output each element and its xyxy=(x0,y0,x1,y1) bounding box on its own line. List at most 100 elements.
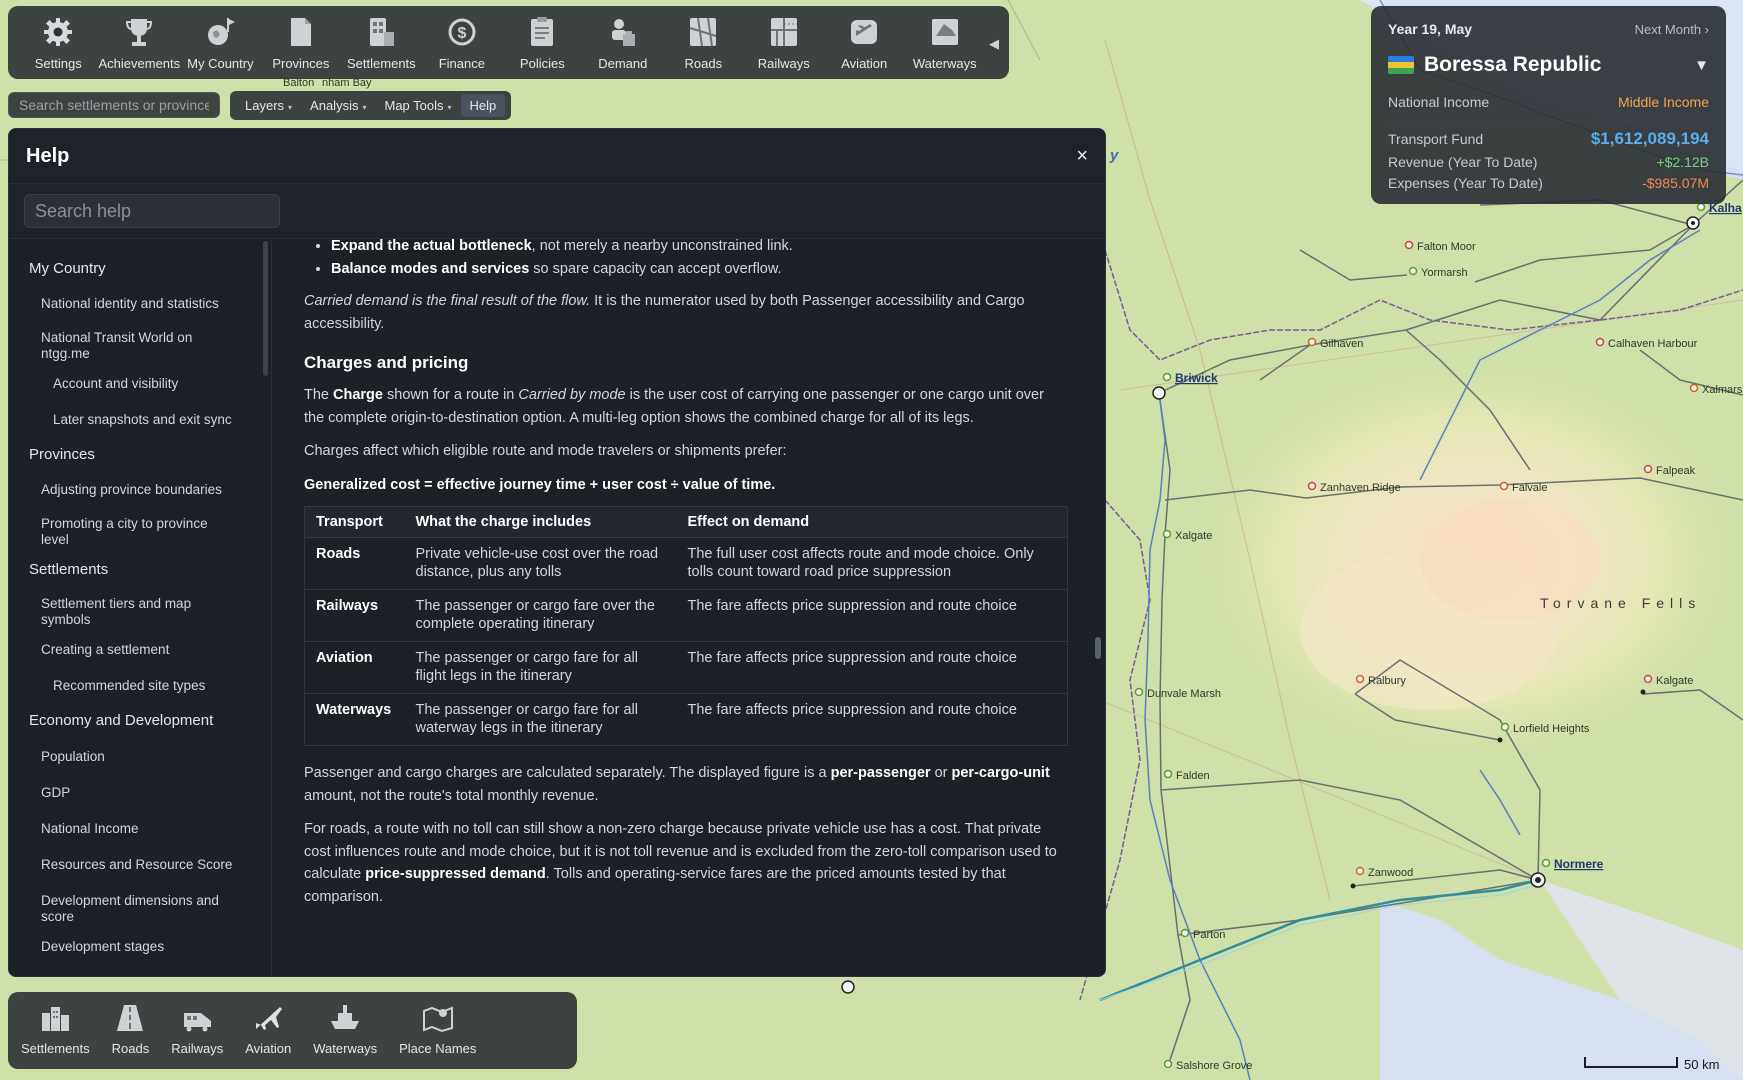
airplane-icon xyxy=(846,14,882,50)
nav-item-later-snapshots[interactable]: Later snapshots and exit sync xyxy=(9,412,259,428)
table-header-row: Transport What the charge includes Effec… xyxy=(304,506,1068,538)
section-heading-charges: Charges and pricing xyxy=(304,353,469,372)
content-scrollbar[interactable] xyxy=(1095,637,1101,659)
town-marker[interactable]: Zanhaven Ridge xyxy=(1307,481,1401,494)
generalized-cost-formula: Generalized cost = effective journey tim… xyxy=(304,476,776,493)
nav-item-provinces[interactable]: Provinces xyxy=(9,447,95,463)
road-icon xyxy=(112,1000,148,1036)
nav-item-settlements[interactable]: Settlements xyxy=(9,562,108,578)
toolbar-settings-button[interactable]: Settings xyxy=(18,14,98,71)
menu-help-label: Help xyxy=(469,98,497,113)
table-header: Transport xyxy=(304,506,405,538)
layer-railways-toggle[interactable]: Railways xyxy=(171,1000,223,1069)
nav-item-my-country[interactable]: My Country xyxy=(9,261,106,277)
menu-analysis[interactable]: Analysis ▾ xyxy=(301,94,375,117)
nav-item-development-stages[interactable]: Development stages xyxy=(9,939,259,955)
toolbar-collapse-button[interactable]: ◀ xyxy=(989,36,999,52)
nav-item-development-dimensions[interactable]: Development dimensions and score xyxy=(9,893,229,925)
toolbar-my-country-button[interactable]: My Country xyxy=(180,14,260,71)
nav-item-national-transit-world[interactable]: National Transit World on ntgg.me xyxy=(9,330,209,362)
svg-text:Falvale: Falvale xyxy=(1512,482,1547,494)
layer-settlements-toggle[interactable]: Settlements xyxy=(21,1000,90,1069)
nav-item-settlement-tiers[interactable]: Settlement tiers and map symbols xyxy=(9,596,209,628)
gear-icon xyxy=(40,14,76,50)
toolbar-policies-button[interactable]: Policies xyxy=(502,14,582,71)
expenses-label: Expenses (Year To Date) xyxy=(1388,175,1543,191)
toolbar-railways-button[interactable]: Railways xyxy=(744,14,824,71)
table-cell: The passenger or cargo fare over the com… xyxy=(404,589,677,642)
svg-text:Dunvale Marsh: Dunvale Marsh xyxy=(1147,688,1221,700)
map-region-label: Torvane Fells xyxy=(1540,595,1701,611)
toolbar-settlements-button[interactable]: Settlements xyxy=(341,14,421,71)
nav-scrollbar[interactable] xyxy=(263,241,268,376)
nav-item-population[interactable]: Population xyxy=(9,749,259,765)
toolbar-roads-label: Roads xyxy=(684,56,723,71)
town-marker[interactable]: Lorfield Heights xyxy=(1500,722,1590,735)
toolbar-policies-label: Policies xyxy=(519,56,565,71)
train-icon xyxy=(179,1000,215,1036)
airplane-icon xyxy=(250,1000,286,1036)
table-cell: Aviation xyxy=(304,641,405,694)
menu-help[interactable]: Help xyxy=(460,94,506,117)
table-row: Aviation The passenger or cargo fare for… xyxy=(304,641,1068,694)
document-icon xyxy=(283,14,319,50)
nav-item-economy[interactable]: Economy and Development xyxy=(9,713,269,729)
table-header: What the charge includes xyxy=(404,506,677,538)
toolbar-aviation-button[interactable]: Aviation xyxy=(824,14,904,71)
country-name: Boressa Republic xyxy=(1424,53,1602,76)
layer-waterways-toggle[interactable]: Waterways xyxy=(313,1000,377,1069)
nav-item-resources[interactable]: Resources and Resource Score xyxy=(9,857,259,873)
chevron-down-icon: ▾ xyxy=(362,103,367,112)
nav-item-promoting-city[interactable]: Promoting a city to province level xyxy=(9,516,219,548)
nav-item-account-visibility[interactable]: Account and visibility xyxy=(9,376,259,392)
roads-cost-paragraph: For roads, a route with no toll can stil… xyxy=(304,821,1057,905)
toolbar-railways-label: Railways xyxy=(757,56,810,71)
table-cell: The fare affects price suppression and r… xyxy=(687,702,1017,718)
svg-text:Falton Moor: Falton Moor xyxy=(1417,241,1476,253)
bottleneck-list: Expand the actual bottleneck, not merely… xyxy=(304,239,1065,280)
town-marker[interactable]: Dunvale Marsh xyxy=(1134,687,1221,700)
menu-map-tools[interactable]: Map Tools ▾ xyxy=(375,94,460,117)
layer-aviation-toggle[interactable]: Aviation xyxy=(245,1000,291,1069)
roads-icon xyxy=(685,14,721,50)
layer-aviation-label: Aviation xyxy=(245,1041,292,1056)
toolbar-finance-button[interactable]: $ Finance xyxy=(422,14,502,71)
clipboard-icon xyxy=(524,14,560,50)
nav-item-recommended-site[interactable]: Recommended site types xyxy=(9,678,259,694)
table-cell: The fare affects price suppression and r… xyxy=(676,589,1068,642)
chevron-down-icon: ▾ xyxy=(447,103,452,112)
menu-analysis-label: Analysis xyxy=(310,98,359,113)
settlement-search-input[interactable] xyxy=(8,92,220,118)
transport-fund-value: $1,612,089,194 xyxy=(1590,129,1709,148)
svg-text:Zanwood: Zanwood xyxy=(1368,867,1413,879)
town-marker[interactable]: Salshore Grove xyxy=(1163,1059,1253,1072)
layer-place-names-toggle[interactable]: Place Names xyxy=(399,1000,476,1069)
toolbar-roads-button[interactable]: Roads xyxy=(663,14,743,71)
toolbar-waterways-button[interactable]: Waterways xyxy=(905,14,985,71)
dollar-icon: $ xyxy=(444,14,480,50)
town-marker[interactable]: Falton Moor xyxy=(1404,240,1477,253)
help-body: My Country National identity and statist… xyxy=(9,239,1105,976)
nav-item-gdp[interactable]: GDP xyxy=(9,785,259,801)
chevron-down-icon: ▾ xyxy=(288,103,293,112)
nav-item-adjusting-province[interactable]: Adjusting province boundaries xyxy=(9,482,259,498)
nav-item-national-income[interactable]: National Income xyxy=(9,821,259,837)
toolbar-provinces-button[interactable]: Provinces xyxy=(261,14,341,71)
svg-text:Gilhaven: Gilhaven xyxy=(1320,338,1363,350)
help-search-input[interactable] xyxy=(24,194,280,228)
nav-item-national-identity[interactable]: National identity and statistics xyxy=(9,296,259,312)
map-water-label-fragment: y xyxy=(1109,147,1119,164)
close-icon[interactable]: × xyxy=(1076,145,1088,168)
country-dropdown-icon[interactable]: ▼ xyxy=(1694,57,1709,74)
globe-icon xyxy=(202,14,238,50)
svg-text:Salshore Grove: Salshore Grove xyxy=(1176,1060,1252,1072)
svg-text:Kalgate: Kalgate xyxy=(1656,675,1693,687)
menu-layers[interactable]: Layers ▾ xyxy=(236,94,301,117)
toolbar-demand-button[interactable]: Demand xyxy=(583,14,663,71)
layer-roads-toggle[interactable]: Roads xyxy=(112,1000,149,1069)
toolbar-achievements-button[interactable]: Achievements xyxy=(98,14,180,71)
next-month-button[interactable]: Next Month › xyxy=(1635,22,1709,37)
nav-item-creating-settlement[interactable]: Creating a settlement xyxy=(9,642,259,658)
toolbar-achievements-label: Achievements xyxy=(98,56,181,71)
town-marker[interactable]: Calhaven Harbour xyxy=(1595,337,1698,350)
